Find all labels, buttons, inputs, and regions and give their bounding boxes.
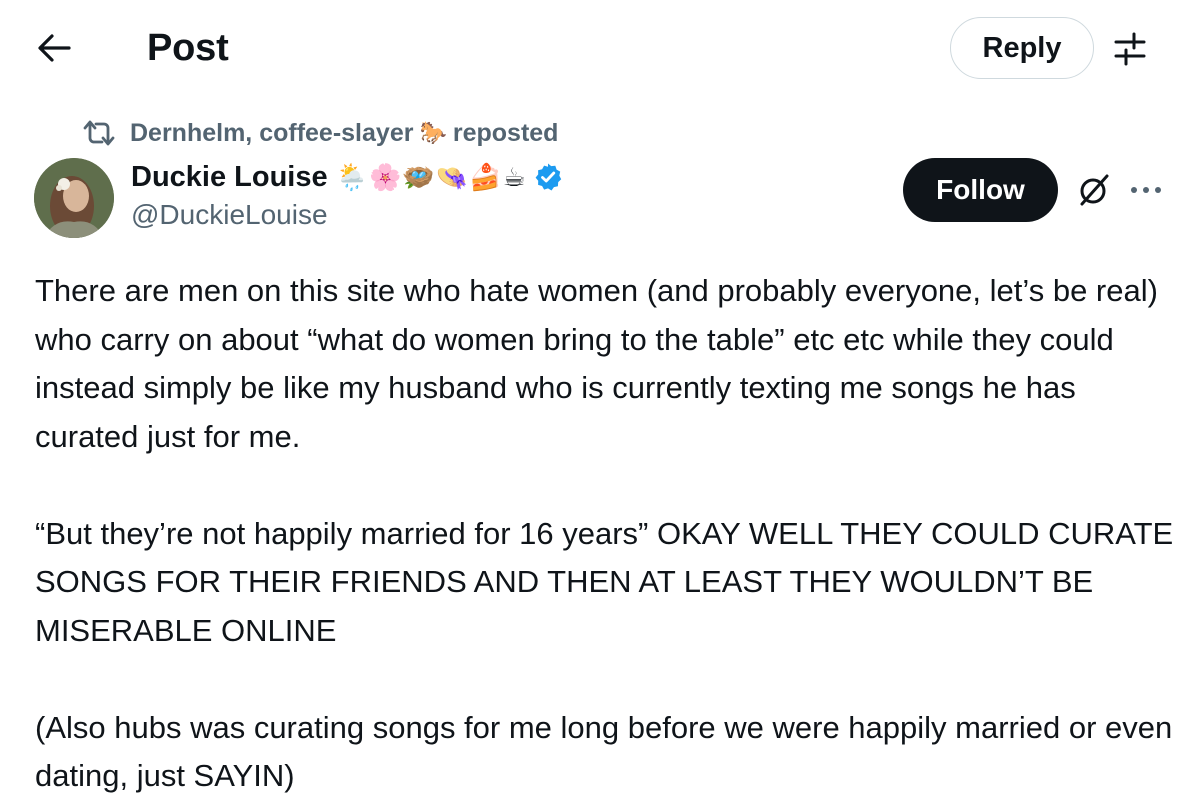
author-handle[interactable]: @DuckieLouise <box>131 199 328 231</box>
reposted-label: reposted <box>452 118 559 147</box>
post-paragraph: (Also hubs was curating songs for me lon… <box>35 709 1173 794</box>
verified-badge-icon[interactable] <box>533 162 563 192</box>
reposter-name[interactable]: Dernhelm, coffee-slayer <box>130 119 413 148</box>
follow-button[interactable]: Follow <box>903 158 1058 222</box>
back-arrow-icon[interactable] <box>34 28 74 68</box>
post-text: There are men on this site who hate wome… <box>35 267 1175 801</box>
grok-icon[interactable] <box>1074 170 1114 210</box>
repost-icon <box>83 120 115 146</box>
sliders-icon[interactable] <box>1110 28 1150 68</box>
more-icon[interactable] <box>1128 176 1164 204</box>
author-emojis: 🌦️🌸🪺👒🍰☕ <box>335 161 527 192</box>
page-title: Post <box>147 27 229 69</box>
author-name-row: Duckie Louise 🌦️🌸🪺👒🍰☕ <box>131 156 563 198</box>
horse-emoji: 🐎 <box>419 120 447 145</box>
reply-button[interactable]: Reply <box>950 17 1094 79</box>
post-paragraph: There are men on this site who hate wome… <box>35 273 1158 454</box>
post-paragraph: “But they’re not happily married for 16 … <box>35 515 1174 648</box>
avatar[interactable] <box>34 158 114 238</box>
author-name[interactable]: Duckie Louise <box>131 161 328 194</box>
repost-context: Dernhelm, coffee-slayer 🐎 reposted <box>82 116 558 150</box>
